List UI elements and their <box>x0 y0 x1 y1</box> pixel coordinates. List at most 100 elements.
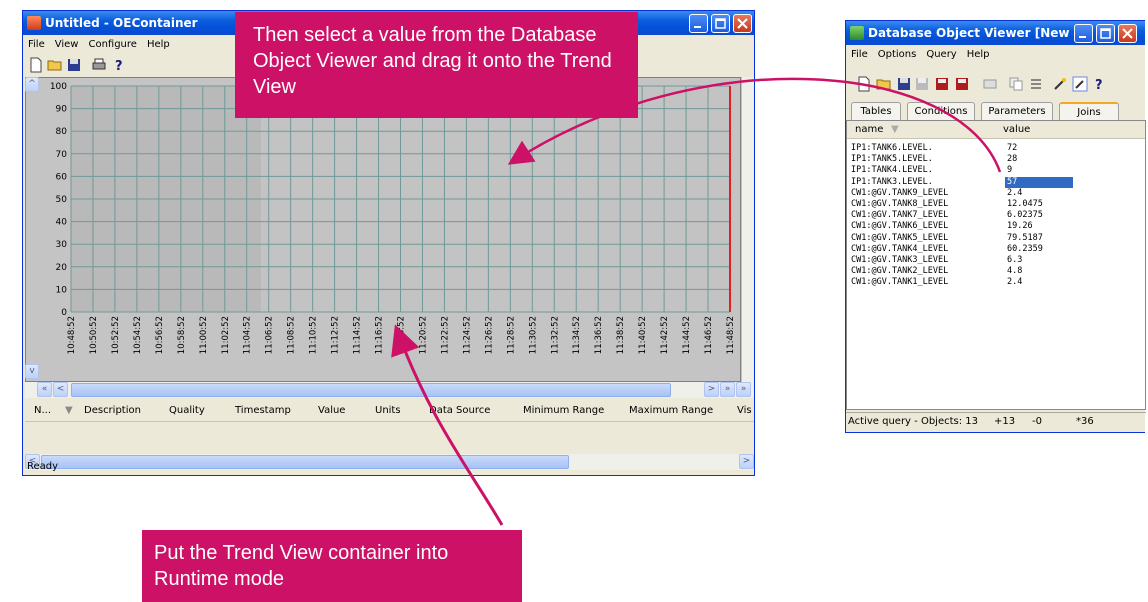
row-value[interactable]: 6.02375 <box>1005 210 1045 221</box>
viewer-menu-query[interactable]: Query <box>921 46 961 64</box>
row-name: CW1:@GV.TANK5_LEVEL <box>851 232 949 243</box>
list-icon[interactable] <box>1028 76 1044 92</box>
viewer-titlebar[interactable]: Database Object Viewer [New ... <box>846 21 1145 45</box>
horizontal-scroll-thumb[interactable] <box>71 383 671 397</box>
maximize-button[interactable] <box>711 14 730 33</box>
y-tick-label: 100 <box>50 82 67 92</box>
trend-list-body[interactable] <box>25 422 754 454</box>
open-icon[interactable] <box>47 57 63 73</box>
col-timestamp[interactable]: Timestamp <box>235 400 291 422</box>
row-value[interactable]: 12.0475 <box>1005 199 1045 210</box>
trend-horizontal-scrollbar[interactable]: « < > » » <box>25 382 754 398</box>
viewer-toolbar: ? <box>846 71 1145 97</box>
new-query-icon[interactable] <box>856 76 872 92</box>
tab-parameters[interactable]: Parameters <box>981 102 1053 120</box>
row-value[interactable]: 9 <box>1005 165 1014 176</box>
row-value[interactable]: 79.5187 <box>1005 233 1045 244</box>
scroll-first-button[interactable]: « <box>37 382 52 397</box>
trend-chart[interactable]: 100908070605040302010010:48:52 10:50:52 10… <box>26 78 740 381</box>
col-value-header[interactable]: value <box>1003 121 1030 139</box>
row-value[interactable]: 2.4 <box>1005 188 1024 199</box>
menu-configure[interactable]: Configure <box>83 36 141 54</box>
tab-tables[interactable]: Tables <box>851 102 901 120</box>
database-object-viewer-window: Database Object Viewer [New ... File Opti… <box>845 20 1146 433</box>
open-query-icon[interactable] <box>876 76 892 92</box>
save-icon[interactable] <box>66 57 82 73</box>
x-tick-label: 11:06:52 <box>265 316 275 354</box>
col-data-source[interactable]: Data Source <box>429 400 490 422</box>
trend-view[interactable]: 100 90 80 70 60 50 40 30 20 10 0 10:48:52 10:50:52 10… <box>25 77 741 382</box>
new-icon[interactable] <box>28 57 44 73</box>
x-tick-label: 11:38:52 <box>616 316 626 354</box>
viewer-menu-options[interactable]: Options <box>873 46 922 64</box>
col-name[interactable]: N... <box>34 400 51 422</box>
y-tick-label: 60 <box>56 172 68 182</box>
runtime-mode-callout-text: Put the Trend View container into Runtim… <box>154 542 449 590</box>
magic-icon[interactable] <box>1052 76 1068 92</box>
row-value[interactable]: 2.4 <box>1005 277 1024 288</box>
row-value[interactable]: 6.3 <box>1005 255 1024 266</box>
x-tick-label: 10:54:52 <box>133 316 143 354</box>
viewer-minimize-button[interactable] <box>1074 24 1093 43</box>
scroll-last-button[interactable]: » <box>736 382 751 397</box>
viewer-maximize-button[interactable] <box>1096 24 1115 43</box>
viewer-results-list[interactable]: name ▼ value IP1:TANK6.LEVEL. 72 IP1:TANK5… <box>846 120 1146 410</box>
database-connect-icon[interactable] <box>954 76 970 92</box>
tab-conditions[interactable]: Conditions <box>907 102 975 120</box>
trend-vertical-scrollbar[interactable] <box>741 77 754 382</box>
tab-joins[interactable]: Joins <box>1059 102 1119 120</box>
viewer-menu-help[interactable]: Help <box>962 46 995 64</box>
x-tick-label: 10:56:52 <box>155 316 165 354</box>
row-name: CW1:@GV.TANK8_LEVEL <box>851 199 949 209</box>
minimize-button[interactable] <box>689 14 708 33</box>
save-as-icon[interactable] <box>914 76 930 92</box>
save-query-icon[interactable] <box>896 76 912 92</box>
x-tick-label: 11:26:52 <box>484 316 494 354</box>
row-name: IP1:TANK3.LEVEL. <box>851 176 933 187</box>
row-name: CW1:@GV.TANK4_LEVEL <box>851 243 949 254</box>
copy-icon[interactable] <box>1008 76 1024 92</box>
x-tick-label: 10:52:52 <box>111 316 121 354</box>
x-tick-label: 11:08:52 <box>287 316 297 354</box>
col-name-header[interactable]: name <box>855 121 883 139</box>
drag-value-callout-text: Then select a value from the Database Ob… <box>253 24 612 98</box>
x-tick-label: 11:22:52 <box>440 316 450 354</box>
row-value[interactable]: 57 <box>1005 176 1073 188</box>
scroll-right-button[interactable]: > <box>704 382 719 397</box>
col-units[interactable]: Units <box>375 400 401 422</box>
row-value[interactable]: 72 <box>1005 143 1019 154</box>
y-tick-label: 90 <box>56 105 68 115</box>
help-icon[interactable]: ? <box>111 57 127 73</box>
runtime-mode-callout: Put the Trend View container into Runtim… <box>142 530 522 602</box>
wand-icon[interactable] <box>1072 76 1088 92</box>
menu-view[interactable]: View <box>50 36 84 54</box>
x-tick-label: 11:14:52 <box>353 316 363 354</box>
col-description[interactable]: Description <box>84 400 141 422</box>
print-icon[interactable] <box>91 57 107 73</box>
viewer-close-button[interactable] <box>1118 24 1137 43</box>
close-button[interactable] <box>733 14 752 33</box>
database-icon[interactable] <box>934 76 950 92</box>
row-value[interactable]: 19.26 <box>1005 221 1035 232</box>
viewer-menu-file[interactable]: File <box>846 46 873 64</box>
col-visible[interactable]: Vis <box>737 400 752 422</box>
viewer-help-icon[interactable]: ? <box>1092 76 1108 92</box>
scroll-next-button[interactable]: » <box>720 382 735 397</box>
col-value[interactable]: Value <box>318 400 345 422</box>
row-value[interactable]: 60.2359 <box>1005 244 1045 255</box>
x-tick-label: 11:18:52 <box>397 316 407 354</box>
menu-help[interactable]: Help <box>142 36 175 54</box>
col-minimum-range[interactable]: Minimum Range <box>523 400 604 422</box>
scroll-up-button[interactable]: ^ <box>25 77 39 92</box>
window-title: Untitled - OEContainer <box>45 16 198 30</box>
viewer-list-header: name ▼ value <box>847 121 1145 139</box>
menu-file[interactable]: File <box>23 36 50 54</box>
table-icon[interactable] <box>982 76 998 92</box>
row-value[interactable]: 28 <box>1005 154 1019 165</box>
scroll-down-button[interactable]: v <box>25 364 39 379</box>
scroll-left-button[interactable]: < <box>53 382 68 397</box>
col-maximum-range[interactable]: Maximum Range <box>629 400 713 422</box>
col-quality[interactable]: Quality <box>169 400 205 422</box>
viewer-status-added: +13 <box>994 416 1016 427</box>
row-value[interactable]: 4.8 <box>1005 266 1024 277</box>
